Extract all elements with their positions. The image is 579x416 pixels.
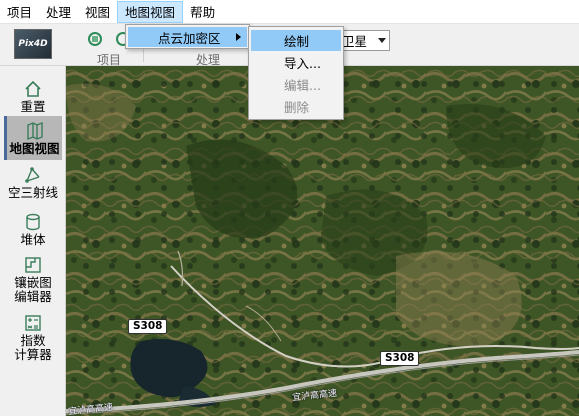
- calculator-icon: [22, 312, 44, 334]
- volume-icon: [22, 211, 44, 233]
- menu-view[interactable]: 视图: [78, 1, 117, 23]
- nav-volumes-label: 堆体: [20, 232, 46, 247]
- submenu-arrow-icon: [236, 33, 241, 41]
- house-icon: [22, 78, 44, 100]
- submenu-item-import[interactable]: 导入...: [251, 52, 341, 73]
- menu-project[interactable]: 项目: [0, 1, 39, 23]
- nav-index-calculator[interactable]: 指数 计算器: [4, 312, 62, 362]
- submenu-item-edit[interactable]: 编辑...: [251, 74, 341, 95]
- map-icon: [24, 120, 46, 142]
- submenu-item-draw[interactable]: 绘制: [251, 30, 341, 51]
- nav-volumes[interactable]: 堆体: [4, 211, 62, 247]
- app-logo: Pix4D: [14, 29, 52, 59]
- nav-mosaic-label-1: 镶嵌图: [14, 275, 52, 290]
- nav-mosaic-editor[interactable]: 镶嵌图 编辑器: [4, 254, 62, 304]
- road-label-s308-east: S308: [380, 351, 420, 366]
- map-view-dropdown: 点云加密区: [125, 24, 250, 49]
- road-label-s308-west: S308: [128, 319, 168, 334]
- nav-reset-label: 重置: [20, 99, 46, 114]
- project-icon[interactable]: [84, 28, 106, 50]
- left-nav: 重置 地图视图 空三射线 堆体 镶嵌图 编辑器 指数 计算器: [0, 66, 66, 416]
- menu-help[interactable]: 帮助: [183, 1, 222, 23]
- menu-item-densification-area[interactable]: 点云加密区: [128, 27, 247, 47]
- menu-process[interactable]: 处理: [39, 1, 78, 23]
- menu-bar: 项目 处理 视图 地图视图 帮助: [0, 0, 579, 24]
- nav-map-view-label: 地图视图: [9, 141, 60, 156]
- basemap-select-value: 卫星: [342, 34, 368, 49]
- mosaic-icon: [22, 254, 44, 276]
- basemap-select[interactable]: 卫星: [337, 30, 390, 51]
- ray-icon: [22, 164, 44, 186]
- submenu-item-delete[interactable]: 删除: [251, 96, 341, 117]
- densification-submenu: 绘制 导入... 编辑... 删除: [248, 26, 344, 120]
- nav-map-view[interactable]: 地图视图: [4, 116, 62, 160]
- menu-item-densification-label: 点云加密区: [158, 30, 221, 46]
- nav-rays-label: 空三射线: [7, 185, 58, 200]
- nav-index-label-1: 指数: [20, 333, 46, 348]
- nav-reset[interactable]: 重置: [4, 78, 62, 114]
- nav-rays[interactable]: 空三射线: [4, 164, 62, 200]
- menu-map-view[interactable]: 地图视图: [117, 0, 184, 23]
- nav-index-label-2: 计算器: [14, 347, 52, 362]
- chevron-down-icon: [378, 38, 386, 43]
- nav-mosaic-label-2: 编辑器: [14, 289, 52, 304]
- logo-text: Pix4D: [18, 39, 48, 49]
